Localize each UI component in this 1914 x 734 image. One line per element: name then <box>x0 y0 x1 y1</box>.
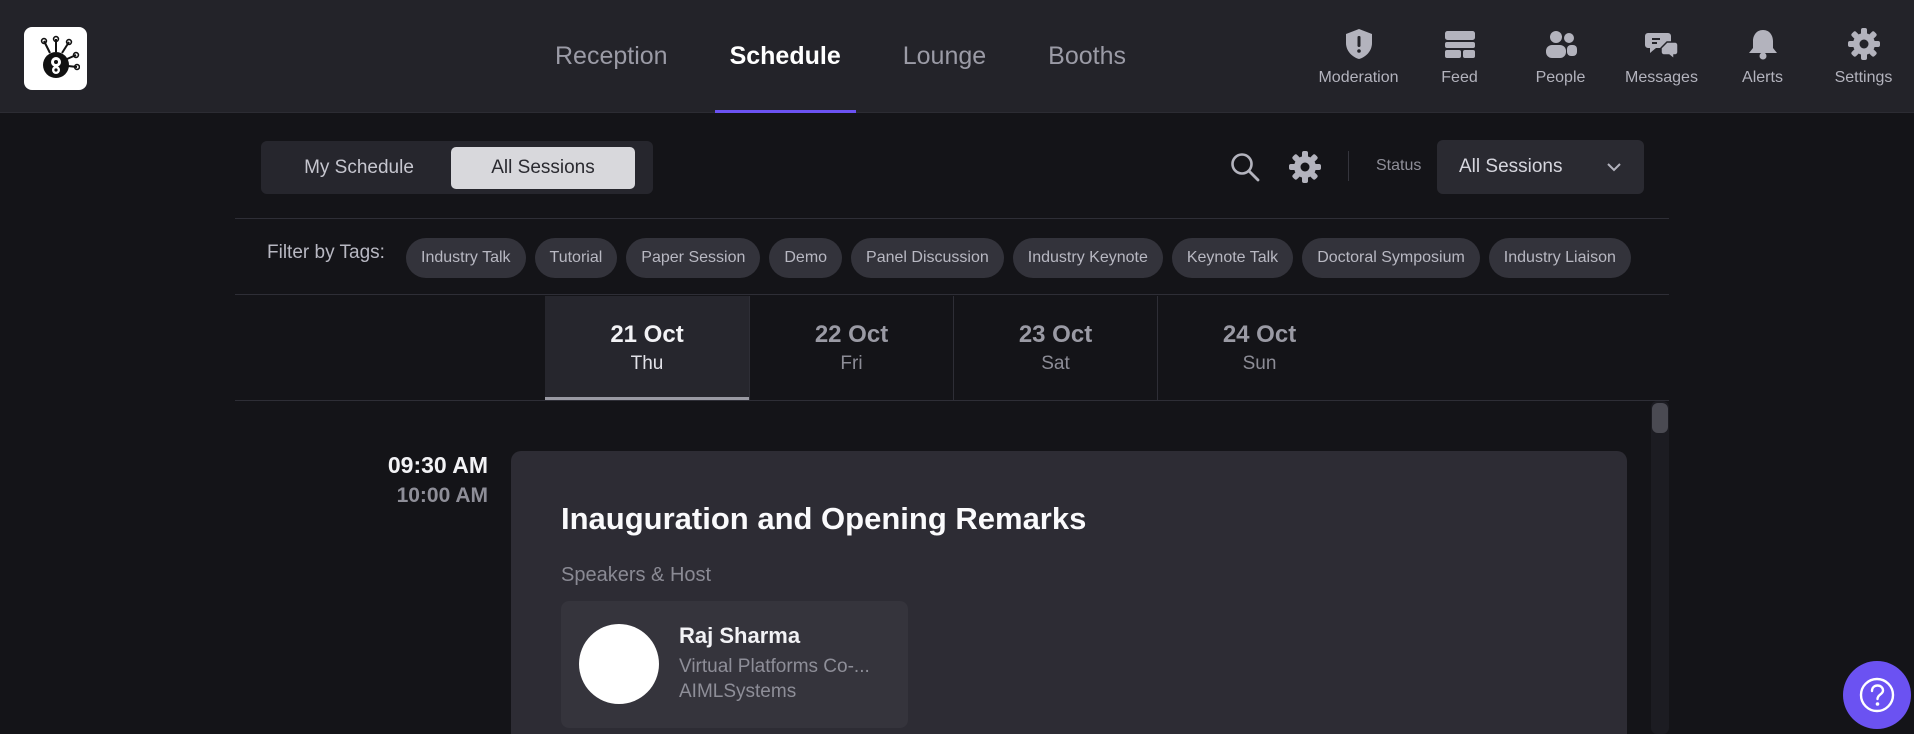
date-label: 22 Oct <box>814 321 889 348</box>
divider <box>235 294 1669 295</box>
avatar <box>579 624 659 704</box>
help-button[interactable] <box>1843 661 1911 729</box>
right-nav: Moderation Feed People Messages Alerts S… <box>1308 0 1914 113</box>
nav-moderation-button[interactable]: Moderation <box>1308 0 1409 113</box>
search-button[interactable] <box>1225 147 1265 187</box>
date-tabs: 21 Oct Thu 22 Oct Fri 23 Oct Sat 24 Oct … <box>545 296 1361 400</box>
tag-chip[interactable]: Paper Session <box>626 238 761 278</box>
speakers-heading: Speakers & Host <box>561 564 712 586</box>
shield-icon <box>1345 28 1372 59</box>
day-label: Thu <box>630 353 664 374</box>
session-title: Inauguration and Opening Remarks <box>561 501 1087 536</box>
tag-chip[interactable]: Doctoral Symposium <box>1302 238 1480 278</box>
speaker-role: Virtual Platforms Co-... <box>679 656 870 677</box>
divider <box>235 400 1669 401</box>
toolbar-divider <box>1348 151 1349 181</box>
status-select-value: All Sessions <box>1459 156 1563 177</box>
date-tab-21-oct[interactable]: 21 Oct Thu <box>545 296 749 400</box>
tag-chip[interactable]: Tutorial <box>534 238 618 278</box>
schedule-view-toggle: My Schedule All Sessions <box>261 141 653 194</box>
tag-chip[interactable]: Industry Liaison <box>1488 238 1631 278</box>
divider <box>235 218 1669 219</box>
speaker-name: Raj Sharma <box>679 623 801 648</box>
nav-people-button[interactable]: People <box>1510 0 1611 113</box>
status-select[interactable]: All Sessions <box>1437 140 1644 194</box>
gear-icon <box>1289 151 1321 183</box>
tag-chip[interactable]: Industry Keynote <box>1012 238 1163 278</box>
nav-tab-lounge[interactable]: Lounge <box>888 0 1001 113</box>
day-label: Sun <box>1242 353 1277 374</box>
top-bar: Reception Schedule Lounge Booths Moderat… <box>0 0 1914 113</box>
nav-settings-button[interactable]: Settings <box>1813 0 1914 113</box>
gear-icon <box>1847 27 1880 60</box>
nav-feed-label: Feed <box>1441 68 1478 86</box>
nav-tab-booths[interactable]: Booths <box>1033 0 1141 113</box>
date-tab-24-oct[interactable]: 24 Oct Sun <box>1157 296 1361 400</box>
nav-tab-schedule[interactable]: Schedule <box>714 0 856 113</box>
schedule-content: My Schedule All Sessions Status All Sess… <box>235 113 1669 734</box>
session-time: 09:30 AM 10:00 AM <box>388 452 488 508</box>
tag-chip[interactable]: Keynote Talk <box>1171 238 1294 278</box>
day-label: Sat <box>1041 353 1070 374</box>
nav-settings-label: Settings <box>1834 68 1893 86</box>
schedule-settings-button[interactable] <box>1285 147 1325 187</box>
nav-tab-reception[interactable]: Reception <box>540 0 683 113</box>
chevron-down-icon <box>1607 163 1621 172</box>
tag-chip[interactable]: Industry Talk <box>406 238 526 278</box>
scrollbar-thumb[interactable] <box>1652 403 1668 433</box>
scrollbar-track[interactable] <box>1651 401 1669 734</box>
session-start-time: 09:30 AM <box>387 452 488 478</box>
day-label: Fri <box>840 353 863 374</box>
main-nav: Reception Schedule Lounge Booths <box>540 0 1173 113</box>
date-label: 24 Oct <box>1222 321 1297 348</box>
bell-icon <box>1748 29 1777 59</box>
tag-chip[interactable]: Demo <box>769 238 843 278</box>
people-icon <box>1545 30 1577 58</box>
speaker-card[interactable]: Raj Sharma Virtual Platforms Co-... AIML… <box>561 601 908 728</box>
feed-icon <box>1444 30 1475 58</box>
date-label: 21 Oct <box>610 321 684 348</box>
nav-feed-button[interactable]: Feed <box>1409 0 1510 113</box>
nav-people-label: People <box>1535 68 1586 86</box>
session-card[interactable]: Inauguration and Opening Remarks Speaker… <box>511 451 1627 734</box>
question-mark-icon <box>1859 677 1895 713</box>
nav-alerts-label: Alerts <box>1742 68 1783 86</box>
nav-messages-button[interactable]: Messages <box>1611 0 1712 113</box>
date-tab-22-oct[interactable]: 22 Oct Fri <box>749 296 953 400</box>
speaker-organization: AIMLSystems <box>679 681 797 702</box>
status-label: Status <box>1376 157 1422 174</box>
date-label: 23 Oct <box>1018 321 1093 348</box>
session-end-time: 10:00 AM <box>396 484 488 507</box>
messages-icon <box>1644 32 1679 61</box>
my-schedule-button[interactable]: My Schedule <box>267 147 451 189</box>
search-icon <box>1231 153 1260 182</box>
date-tab-23-oct[interactable]: 23 Oct Sat <box>953 296 1157 400</box>
nav-messages-label: Messages <box>1625 68 1698 86</box>
robot-head-logo-icon <box>40 35 80 78</box>
filter-tags-label: Filter by Tags: <box>267 242 385 263</box>
nav-alerts-button[interactable]: Alerts <box>1712 0 1813 113</box>
all-sessions-button[interactable]: All Sessions <box>451 146 635 189</box>
brand-logo[interactable] <box>24 27 87 90</box>
tag-filter-list: Industry Talk Tutorial Paper Session Dem… <box>406 238 1640 278</box>
tag-chip[interactable]: Panel Discussion <box>851 238 1004 278</box>
nav-moderation-label: Moderation <box>1318 68 1399 86</box>
